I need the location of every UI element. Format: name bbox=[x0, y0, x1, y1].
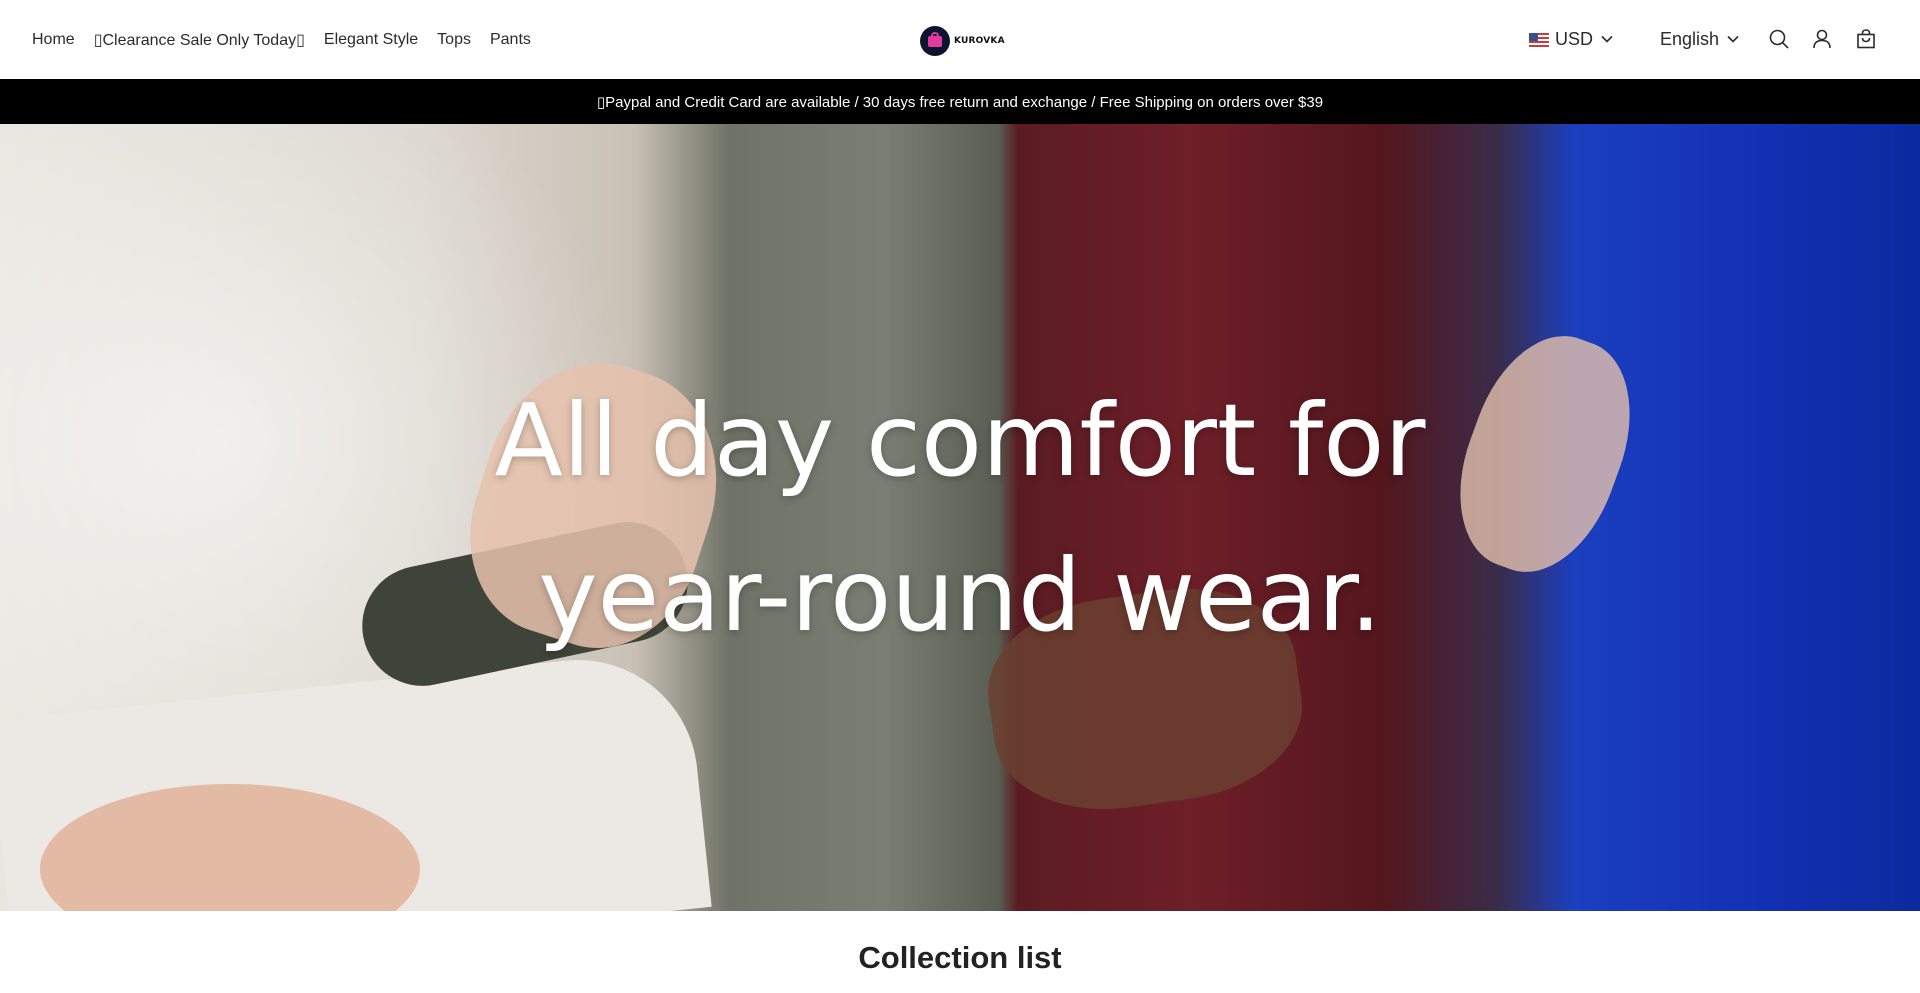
us-flag-icon bbox=[1529, 32, 1549, 47]
cart-button[interactable] bbox=[1855, 28, 1877, 50]
account-icon bbox=[1813, 29, 1831, 49]
hero-heading-line-2: year-round wear. bbox=[538, 536, 1382, 654]
brand-logo[interactable]: KUROVKA bbox=[920, 26, 1005, 56]
currency-selector[interactable]: USD bbox=[1529, 0, 1613, 79]
collection-list-title: Collection list bbox=[858, 940, 1062, 975]
announcement-bar: ▯Paypal and Credit Card are available / … bbox=[0, 79, 1920, 124]
hero-heading: All day comfort for year-round wear. bbox=[0, 124, 1920, 911]
nav-item-elegant-style[interactable]: Elegant Style bbox=[324, 31, 418, 49]
search-icon bbox=[1769, 29, 1789, 49]
shopping-bag-logo-icon bbox=[920, 26, 950, 56]
main-nav: Home ▯​Clearance Sale Only Today▯ Elegan… bbox=[32, 0, 531, 79]
currency-label: USD bbox=[1555, 29, 1594, 49]
brand-name: KUROVKA bbox=[954, 36, 1005, 46]
hero-banner[interactable]: All day comfort for year-round wear. bbox=[0, 124, 1920, 911]
announcement-text: ▯Paypal and Credit Card are available / … bbox=[596, 93, 1324, 111]
language-selector[interactable]: English bbox=[1660, 0, 1739, 79]
chevron-down-icon bbox=[1727, 32, 1739, 46]
nav-item-home[interactable]: Home bbox=[32, 31, 75, 49]
nav-item-tops[interactable]: Tops bbox=[437, 31, 471, 49]
search-button[interactable] bbox=[1768, 28, 1790, 50]
nav-item-pants[interactable]: Pants bbox=[490, 31, 531, 49]
hero-heading-line-1: All day comfort for bbox=[494, 381, 1426, 499]
cart-icon bbox=[1857, 29, 1875, 49]
chevron-down-icon bbox=[1601, 32, 1613, 46]
account-button[interactable] bbox=[1811, 28, 1833, 50]
site-header: Home ▯​Clearance Sale Only Today▯ Elegan… bbox=[0, 0, 1920, 79]
language-label: English bbox=[1660, 29, 1720, 49]
nav-item-clearance-sale[interactable]: ▯​Clearance Sale Only Today▯ bbox=[94, 30, 305, 50]
